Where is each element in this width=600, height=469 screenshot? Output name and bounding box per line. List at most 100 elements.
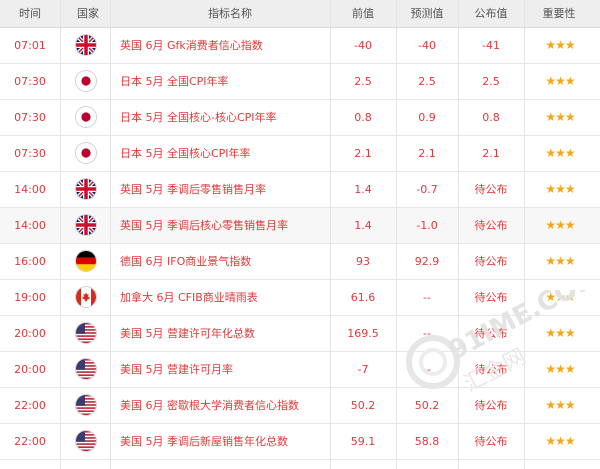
importance-stars: ★★★: [545, 218, 575, 232]
forecast-value: 50.2: [414, 399, 440, 412]
importance-stars: ★★★: [545, 38, 575, 52]
country-cell: [60, 28, 110, 63]
country-cell: [60, 352, 110, 387]
actual-value: 待公布: [474, 219, 508, 232]
table-header: 时间 国家 指标名称 前值 预测值 公布值 重要性: [0, 0, 600, 28]
uk-flag-icon: [76, 215, 96, 235]
table-row[interactable]: 07:30 日本 5月 全国核心CPI年率 2.1 2.1 2.1 ★★★: [0, 136, 600, 172]
previous-value: 169.5: [347, 327, 379, 340]
forecast-value: -0.7: [416, 183, 438, 196]
table-row[interactable]: 14:00 英国 5月 季调后核心零售销售月率 1.4 -1.0 待公布 ★★★: [0, 208, 600, 244]
column-divider: [60, 0, 61, 469]
actual-value: 0.8: [482, 111, 500, 124]
usa-flag-icon: [76, 359, 96, 379]
row-time: 22:00: [14, 435, 46, 448]
country-cell: [60, 388, 110, 423]
row-time: 22:00: [14, 399, 46, 412]
country-cell: [60, 244, 110, 279]
actual-value: -41: [482, 39, 500, 52]
usa-flag-icon: [76, 431, 96, 451]
country-cell: [60, 280, 110, 315]
previous-value: 61.6: [350, 291, 376, 304]
importance-stars: ★★★: [545, 326, 575, 340]
table-row[interactable]: 14:00 英国 5月 季调后零售销售月率 1.4 -0.7 待公布 ★★★: [0, 172, 600, 208]
row-time: 07:30: [14, 111, 46, 124]
indicator-name[interactable]: 日本 5月 全国核心CPI年率: [120, 136, 330, 171]
economic-calendar-table: 时间 国家 指标名称 前值 预测值 公布值 重要性 07:01 英国 6月 Gf…: [0, 0, 600, 469]
actual-value: 待公布: [474, 183, 508, 196]
table-row[interactable]: 07:30 日本 5月 全国核心-核心CPI年率 0.8 0.9 0.8 ★★★: [0, 100, 600, 136]
importance-stars: ★★★: [545, 398, 575, 412]
table-row[interactable]: 19:00 加拿大 6月 CFIB商业晴雨表 61.6 -- 待公布 ★★★: [0, 280, 600, 316]
previous-value: 2.5: [354, 75, 372, 88]
actual-value: 待公布: [474, 255, 508, 268]
importance-stars: ★★★: [545, 434, 575, 448]
importance-stars: ★★★: [545, 290, 575, 304]
table-row[interactable]: 07:01 英国 6月 Gfk消费者信心指数 -40 -40 -41 ★★★: [0, 28, 600, 64]
importance-stars: ★★★: [545, 362, 575, 376]
header-time: 时间: [19, 7, 41, 20]
importance-stars: ★★★: [545, 74, 575, 88]
importance-stars: ★★★: [545, 146, 575, 160]
table-row[interactable]: 20:00 美国 5月 营建许可年化总数 169.5 -- 待公布 ★★★: [0, 316, 600, 352]
japan-flag-icon: [76, 71, 96, 91]
table-row[interactable]: 22:00 美国 5月 季调后新屋销售年化总数 59.1 58.8 待公布 ★★…: [0, 424, 600, 460]
indicator-name[interactable]: 英国 5月 季调后零售销售月率: [120, 172, 330, 207]
indicator-name[interactable]: 日本 5月 全国核心-核心CPI年率: [120, 100, 330, 135]
previous-value: -7: [357, 363, 369, 376]
importance-stars: ★★★: [545, 110, 575, 124]
row-time: 19:00: [14, 291, 46, 304]
indicator-name[interactable]: 美国 5月 营建许可年化总数: [120, 316, 330, 351]
row-time: 16:00: [14, 255, 46, 268]
previous-value: 50.2: [350, 399, 376, 412]
importance-stars: ★★★: [545, 182, 575, 196]
table-row[interactable]: 22:00 美国 6月 密歇根大学消费者信心指数 50.2 50.2 待公布 ★…: [0, 388, 600, 424]
indicator-name[interactable]: 英国 5月 季调后核心零售销售月率: [120, 208, 330, 243]
germany-flag-icon: [76, 251, 96, 271]
indicator-name[interactable]: 美国 6月 密歇根大学消费者信心指数: [120, 388, 330, 423]
indicator-name[interactable]: 美国 5月 季调后新屋销售年化总数: [120, 424, 330, 459]
row-time: 14:00: [14, 219, 46, 232]
indicator-name[interactable]: 美国 5月 营建许可月率: [120, 352, 330, 387]
previous-value: 1.4: [354, 219, 372, 232]
forecast-value: --: [423, 291, 431, 304]
forecast-value: --: [423, 363, 431, 376]
table-row[interactable]: 07:30 日本 5月 全国CPI年率 2.5 2.5 2.5 ★★★: [0, 64, 600, 100]
previous-value: 2.1: [354, 147, 372, 160]
indicator-name[interactable]: 日本 5月 全国CPI年率: [120, 64, 330, 99]
table-row[interactable]: 16:00 德国 6月 IFO商业景气指数 93 92.9 待公布 ★★★: [0, 244, 600, 280]
column-divider: [330, 0, 331, 469]
indicator-name[interactable]: 德国 6月 IFO商业景气指数: [120, 244, 330, 279]
indicator-name[interactable]: 加拿大 6月 CFIB商业晴雨表: [120, 280, 330, 315]
usa-flag-icon: [76, 395, 96, 415]
row-time: 20:00: [14, 363, 46, 376]
column-divider: [110, 0, 111, 469]
column-divider: [458, 0, 459, 469]
usa-flag-icon: [76, 323, 96, 343]
country-cell: [60, 208, 110, 243]
country-cell: [60, 100, 110, 135]
uk-flag-icon: [76, 35, 96, 55]
forecast-value: 58.8: [414, 435, 440, 448]
column-divider: [396, 0, 397, 469]
row-time: 14:00: [14, 183, 46, 196]
column-divider: [524, 0, 525, 469]
header-previous: 前值: [352, 7, 374, 20]
previous-value: 1.4: [354, 183, 372, 196]
forecast-value: 2.5: [418, 75, 436, 88]
header-indicator: 指标名称: [208, 7, 252, 20]
actual-value: 待公布: [474, 435, 508, 448]
country-cell: [60, 64, 110, 99]
header-country: 国家: [77, 7, 99, 20]
row-time: 07:30: [14, 75, 46, 88]
japan-flag-icon: [76, 143, 96, 163]
importance-stars: ★★★: [545, 254, 575, 268]
indicator-name[interactable]: 英国 6月 Gfk消费者信心指数: [120, 28, 330, 63]
forecast-value: 0.9: [418, 111, 436, 124]
table-row[interactable]: 20:00 美国 5月 营建许可月率 -7 -- 待公布 ★★★: [0, 352, 600, 388]
actual-value: 待公布: [474, 291, 508, 304]
header-forecast: 预测值: [410, 7, 444, 20]
country-cell: [60, 424, 110, 459]
previous-value: 93: [356, 255, 370, 268]
forecast-value: -1.0: [416, 219, 438, 232]
